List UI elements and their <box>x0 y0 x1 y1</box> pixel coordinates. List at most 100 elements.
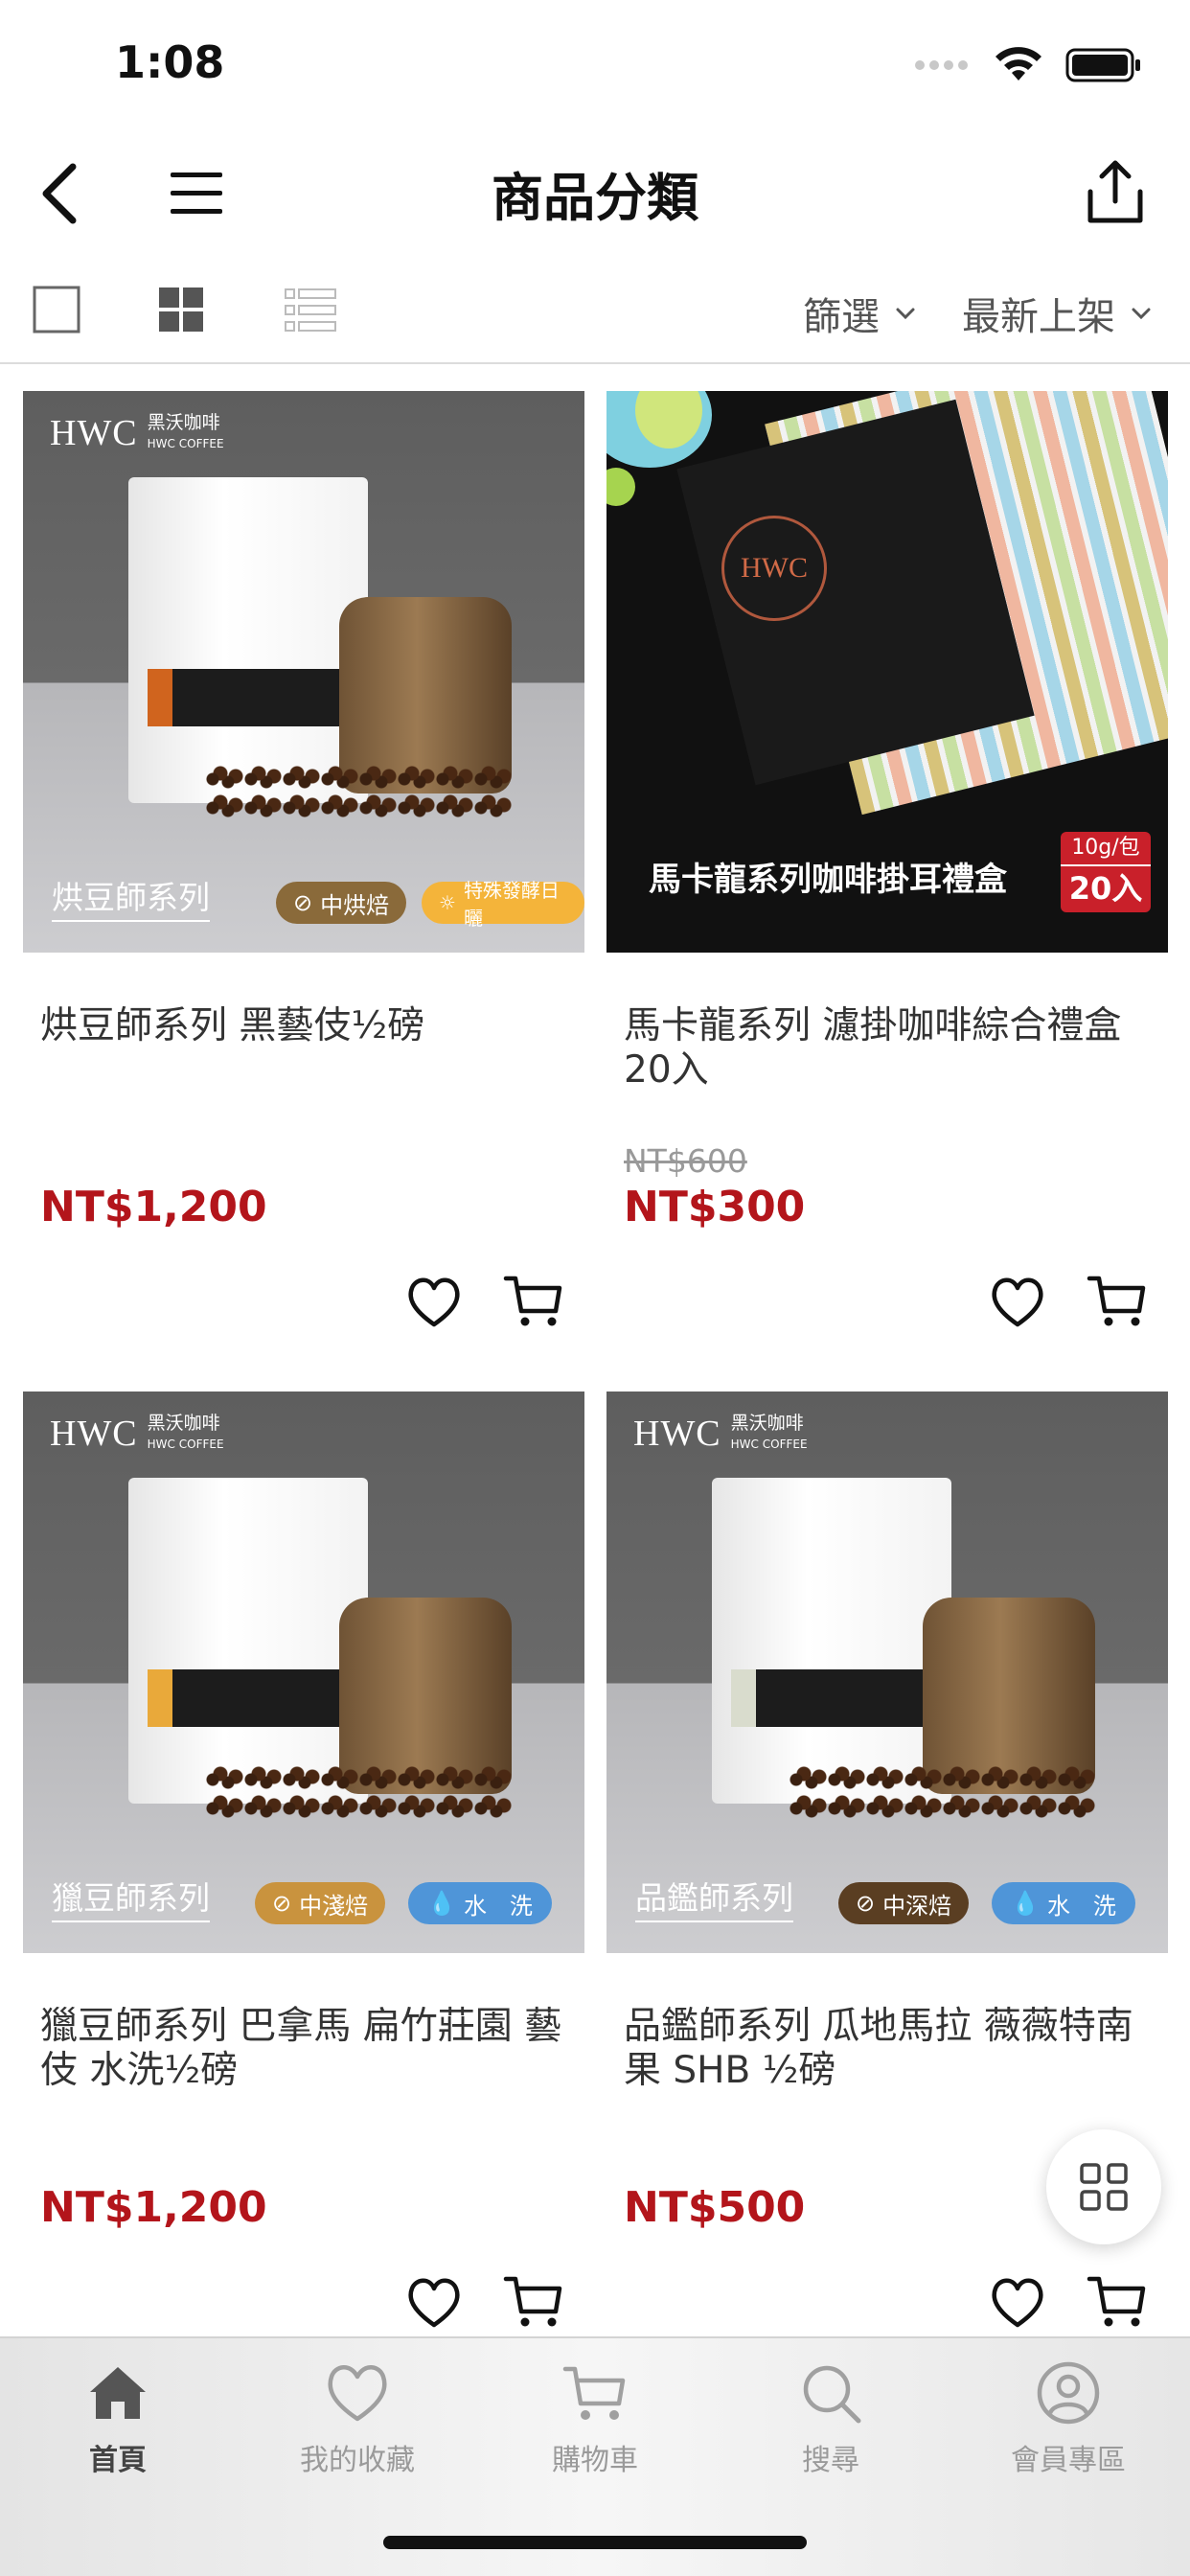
search-icon <box>803 2365 861 2424</box>
listing-toolbar: 篩選 最新上架 <box>0 259 1190 364</box>
bag-label <box>148 1669 349 1727</box>
series-label: 烘豆師系列 <box>52 872 210 922</box>
process-tag: 💧 水 洗 <box>408 1882 552 1924</box>
favorite-button[interactable] <box>402 2271 466 2334</box>
heart-icon <box>328 2365 387 2422</box>
share-button[interactable] <box>1079 155 1152 228</box>
status-icons <box>914 46 1142 84</box>
filter-dropdown[interactable]: 篩選 <box>803 286 918 341</box>
roast-tag: ⊘ 中烘焙 <box>276 882 407 924</box>
tab-member[interactable]: 會員專區 <box>987 2358 1150 2492</box>
menu-button[interactable] <box>163 159 230 226</box>
product-name[interactable]: 馬卡龍系列 濾掛咖啡綜合禮盒20入 <box>624 1004 1160 1092</box>
add-to-cart-button[interactable] <box>1086 2269 1149 2333</box>
coffee-beans-illustration <box>205 1765 512 1823</box>
coffee-beans-illustration <box>205 765 512 822</box>
view-list-button[interactable] <box>284 284 337 337</box>
heart-icon <box>408 1277 460 1327</box>
product-price: NT$1,200 <box>40 1183 267 1231</box>
bag-label <box>148 669 349 726</box>
image-caption: 馬卡龍系列咖啡掛耳禮盒 <box>649 861 1007 899</box>
product-name[interactable]: 烘豆師系列 黑藝伎½磅 <box>40 1004 577 1048</box>
wifi-icon <box>995 47 1041 80</box>
series-label: 品鑑師系列 <box>635 1873 793 1922</box>
add-to-cart-button[interactable] <box>502 2269 565 2333</box>
view-single-button[interactable] <box>31 284 84 337</box>
status-bar: 1:08 <box>0 0 1190 125</box>
favorite-button[interactable] <box>402 1271 466 1334</box>
bean-icon: ⊘ <box>856 1890 876 1917</box>
product-image[interactable]: HWC 黑沃咖啡 HWC COFFEE 品鑑師系列 ⊘ 中深焙 💧 水 洗 <box>606 1392 1168 1953</box>
user-icon <box>1037 2361 1100 2425</box>
bean-icon: ⊘ <box>293 889 313 916</box>
series-label: 獵豆師系列 <box>52 1873 210 1922</box>
status-time: 1:08 <box>115 36 225 88</box>
tab-cart[interactable]: 購物車 <box>514 2358 676 2492</box>
bean-icon: ⊘ <box>272 1890 292 1917</box>
pack-badge: 10g/包 20入 <box>1061 832 1151 912</box>
hamburger-icon <box>171 172 222 214</box>
nav-bar: 商品分類 <box>0 134 1190 249</box>
coffee-bag-illustration <box>128 477 368 803</box>
water-drop-icon: 💧 <box>1011 1890 1040 1917</box>
brand-logo: HWC 黑沃咖啡 HWC COFFEE <box>633 1413 808 1454</box>
coffee-beans-illustration <box>789 1765 1095 1823</box>
hwc-seal-logo: HWC <box>721 516 827 621</box>
product-card[interactable]: HWC 馬卡龍系列咖啡掛耳禮盒 10g/包 20入 馬卡龍系列 濾掛咖啡綜合禮盒… <box>606 391 1168 1327</box>
view-grid-button[interactable] <box>155 284 209 337</box>
product-card[interactable]: HWC 黑沃咖啡 HWC COFFEE 品鑑師系列 ⊘ 中深焙 💧 水 洗 品鑑師系列… <box>606 1392 1168 2328</box>
battery-icon <box>1065 48 1140 82</box>
filter-label: 篩選 <box>803 295 880 339</box>
product-card[interactable]: HWC 黑沃咖啡 HWC COFFEE 烘豆師系列 ⊘ 中烘焙 ☼ 特殊發酵日曬 烘豆… <box>23 391 584 1327</box>
heart-icon <box>408 2278 460 2328</box>
product-name[interactable]: 品鑑師系列 瓜地馬拉 薇薇特南果 SHB ½磅 <box>624 2005 1160 2093</box>
cart-icon <box>562 2366 626 2420</box>
home-indicator <box>383 2536 807 2549</box>
product-image[interactable]: HWC 黑沃咖啡 HWC COFFEE 獵豆師系列 ⊘ 中淺焙 💧 水 洗 <box>23 1392 584 1953</box>
roast-tag: ⊘ 中淺焙 <box>255 1882 386 1924</box>
cart-icon <box>503 2276 562 2327</box>
heart-icon <box>992 2278 1043 2328</box>
favorite-button[interactable] <box>986 2271 1049 2334</box>
back-button[interactable] <box>29 159 96 226</box>
tab-label: 購物車 <box>552 2444 638 2477</box>
chevron-left-icon <box>42 163 77 224</box>
product-card[interactable]: HWC 黑沃咖啡 HWC COFFEE 獵豆師系列 ⊘ 中淺焙 💧 水 洗 獵豆師系列… <box>23 1392 584 2328</box>
cart-icon <box>1087 1276 1146 1326</box>
heart-icon <box>992 1277 1043 1327</box>
brand-logo: HWC 黑沃咖啡 HWC COFFEE <box>50 412 224 453</box>
decor-blob <box>606 468 635 506</box>
product-price: NT$300 <box>624 1183 806 1231</box>
product-image[interactable]: HWC 黑沃咖啡 HWC COFFEE 烘豆師系列 ⊘ 中烘焙 ☼ 特殊發酵日曬 <box>23 391 584 953</box>
add-to-cart-button[interactable] <box>502 1269 565 1332</box>
bag-label <box>731 1669 932 1727</box>
cart-icon <box>1087 2276 1146 2327</box>
favorite-button[interactable] <box>986 1271 1049 1334</box>
cart-icon <box>503 1276 562 1326</box>
product-name[interactable]: 獵豆師系列 巴拿馬 扁竹莊園 藝伎 水洗½磅 <box>40 2005 577 2093</box>
signal-icon <box>915 60 968 70</box>
category-grid-button[interactable] <box>1046 2129 1161 2244</box>
add-to-cart-button[interactable] <box>1086 1269 1149 1332</box>
home-icon <box>90 2367 146 2419</box>
sort-label: 最新上架 <box>962 295 1115 339</box>
roast-tag: ⊘ 中深焙 <box>838 1882 970 1924</box>
tab-label: 會員專區 <box>1011 2444 1126 2477</box>
single-view-icon <box>33 286 80 334</box>
tab-search[interactable]: 搜尋 <box>749 2358 912 2492</box>
chevron-down-icon <box>1132 308 1151 320</box>
product-image[interactable]: HWC 馬卡龍系列咖啡掛耳禮盒 10g/包 20入 <box>606 391 1168 953</box>
chevron-down-icon <box>896 308 915 320</box>
grid-view-icon <box>159 288 203 332</box>
tab-favorites[interactable]: 我的收藏 <box>276 2358 439 2492</box>
tab-label: 我的收藏 <box>300 2444 415 2477</box>
tab-home[interactable]: 首頁 <box>36 2358 199 2492</box>
tab-label: 首頁 <box>89 2444 147 2477</box>
process-tag: 💧 水 洗 <box>992 1882 1135 1924</box>
list-view-icon <box>285 288 336 332</box>
sort-dropdown[interactable]: 最新上架 <box>962 286 1154 341</box>
coffee-bag-illustration <box>128 1478 368 1804</box>
original-price: NT$600 <box>624 1142 747 1180</box>
sun-icon: ☼ <box>439 891 456 914</box>
product-price: NT$1,200 <box>40 2183 267 2232</box>
